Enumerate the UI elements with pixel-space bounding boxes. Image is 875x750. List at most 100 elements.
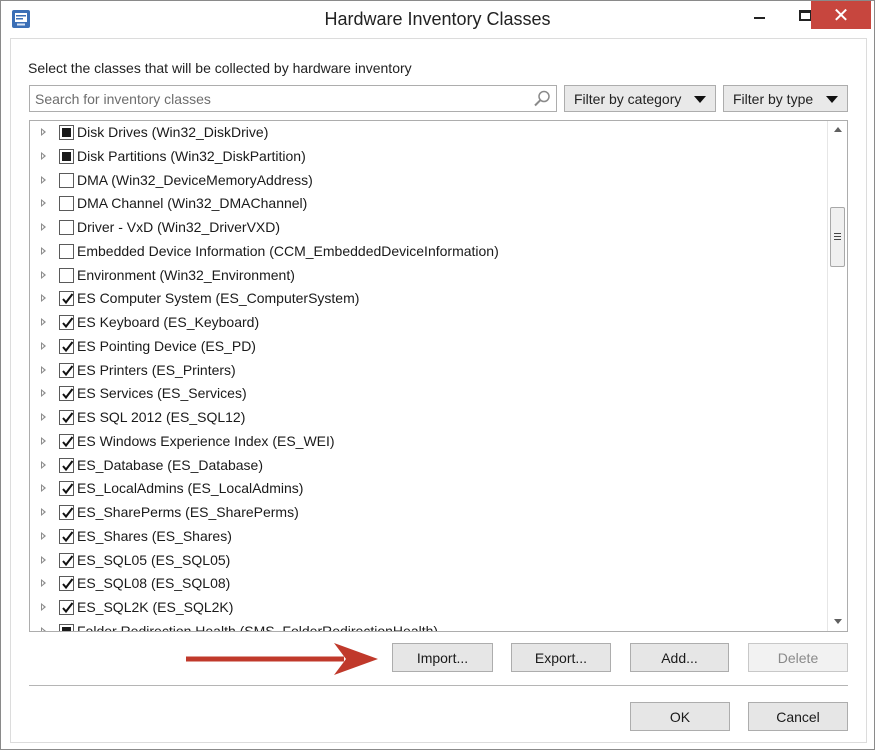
class-checkbox[interactable]	[59, 623, 74, 631]
class-checkbox[interactable]	[59, 172, 74, 188]
class-checkbox[interactable]	[59, 528, 74, 544]
list-item[interactable]: Folder Redirection Health (SMS_FolderRed…	[30, 620, 828, 632]
list-item[interactable]: ES_LocalAdmins (ES_LocalAdmins)	[30, 477, 828, 501]
filter-by-category-dropdown[interactable]: Filter by category	[564, 85, 716, 112]
list-item[interactable]: Driver - VxD (Win32_DriverVXD)	[30, 216, 828, 240]
annotation-arrow-icon	[186, 643, 378, 675]
class-checkbox[interactable]	[59, 576, 74, 592]
grip-line	[834, 233, 841, 234]
class-checkbox[interactable]	[59, 196, 74, 212]
class-label: ES Windows Experience Index (ES_WEI)	[77, 432, 335, 449]
class-checkbox[interactable]	[59, 410, 74, 425]
list-item[interactable]: ES_SQL05 (ES_SQL05)	[30, 549, 828, 573]
expand-triangle-icon[interactable]	[41, 175, 46, 184]
class-checkbox[interactable]	[59, 505, 74, 520]
scroll-thumb[interactable]	[830, 207, 845, 267]
minimize-button[interactable]	[736, 1, 782, 29]
scroll-down-icon[interactable]	[834, 619, 842, 624]
class-label: ES Services (ES_Services)	[77, 385, 247, 402]
list-item[interactable]: ES_SQL08 (ES_SQL08)	[30, 572, 828, 596]
list-item[interactable]: ES Computer System (ES_ComputerSystem)	[30, 287, 828, 311]
checkmark-icon	[62, 578, 74, 590]
list-item[interactable]: ES Windows Experience Index (ES_WEI)	[30, 430, 828, 454]
class-checkbox[interactable]	[59, 362, 74, 378]
class-checkbox[interactable]	[59, 433, 74, 449]
class-checkbox[interactable]	[59, 481, 74, 497]
expand-triangle-icon[interactable]	[41, 246, 46, 255]
export-button[interactable]: Export...	[511, 643, 611, 672]
list-item[interactable]: ES Printers (ES_Printers)	[30, 359, 828, 383]
class-checkbox[interactable]	[59, 291, 74, 307]
expand-triangle-icon[interactable]	[41, 508, 46, 516]
checkmark-icon	[62, 602, 74, 614]
list-item[interactable]: Disk Drives (Win32_DiskDrive)	[30, 121, 828, 145]
class-label: Environment (Win32_Environment)	[77, 266, 295, 283]
class-label: ES_SQL08 (ES_SQL08)	[77, 575, 231, 592]
filter-by-type-dropdown[interactable]: Filter by type	[723, 85, 848, 112]
class-checkbox[interactable]	[59, 315, 74, 330]
class-checkbox[interactable]	[59, 457, 74, 473]
class-checkbox[interactable]	[59, 220, 74, 235]
list-item[interactable]: ES_SharePerms (ES_SharePerms)	[30, 501, 828, 525]
delete-button[interactable]: Delete	[748, 643, 848, 672]
class-checkbox[interactable]	[59, 125, 74, 140]
expand-triangle-icon[interactable]	[41, 151, 46, 160]
cancel-button[interactable]: Cancel	[748, 702, 848, 731]
list-item[interactable]: ES_Database (ES_Database)	[30, 454, 828, 478]
expand-triangle-icon[interactable]	[41, 436, 46, 445]
class-checkbox[interactable]	[59, 386, 74, 402]
list-item[interactable]: ES Services (ES_Services)	[30, 382, 828, 406]
search-box[interactable]	[29, 85, 557, 112]
class-label: Folder Redirection Health (SMS_FolderRed…	[77, 622, 439, 632]
import-button[interactable]: Import...	[392, 643, 493, 672]
class-checkbox[interactable]	[59, 243, 74, 259]
add-button[interactable]: Add...	[630, 643, 729, 672]
expand-triangle-icon[interactable]	[41, 555, 46, 564]
expand-triangle-icon[interactable]	[41, 484, 46, 493]
expand-triangle-icon[interactable]	[41, 128, 46, 136]
expand-triangle-icon[interactable]	[41, 270, 46, 279]
vertical-scrollbar[interactable]	[827, 121, 847, 631]
expand-triangle-icon[interactable]	[41, 199, 46, 208]
class-label: Disk Partitions (Win32_DiskPartition)	[77, 147, 306, 164]
list-item[interactable]: Embedded Device Information (CCM_Embedde…	[30, 240, 828, 264]
list-item[interactable]: ES Pointing Device (ES_PD)	[30, 335, 828, 359]
list-item[interactable]: ES_SQL2K (ES_SQL2K)	[30, 596, 828, 620]
list-item[interactable]: DMA Channel (Win32_DMAChannel)	[30, 192, 828, 216]
expand-triangle-icon[interactable]	[41, 365, 46, 374]
expand-triangle-icon[interactable]	[41, 626, 46, 631]
checkmark-icon	[62, 293, 74, 305]
expand-triangle-icon[interactable]	[41, 318, 46, 326]
filter-by-category-label: Filter by category	[574, 90, 682, 107]
class-checkbox[interactable]	[59, 552, 74, 568]
list-item[interactable]: ES Keyboard (ES_Keyboard)	[30, 311, 828, 335]
expand-triangle-icon[interactable]	[41, 294, 46, 303]
expand-triangle-icon[interactable]	[41, 460, 46, 469]
expand-triangle-icon[interactable]	[41, 603, 46, 611]
scroll-up-icon[interactable]	[834, 127, 842, 132]
expand-triangle-icon[interactable]	[41, 531, 46, 540]
list-item[interactable]: ES SQL 2012 (ES_SQL12)	[30, 406, 828, 430]
list-item[interactable]: Disk Partitions (Win32_DiskPartition)	[30, 145, 828, 169]
class-checkbox[interactable]	[59, 600, 74, 615]
class-checkbox[interactable]	[59, 267, 74, 283]
search-icon[interactable]	[532, 89, 552, 109]
ok-button[interactable]: OK	[630, 702, 730, 731]
divider	[29, 685, 848, 686]
expand-triangle-icon[interactable]	[41, 341, 46, 350]
list-item[interactable]: Environment (Win32_Environment)	[30, 264, 828, 288]
class-label: Embedded Device Information (CCM_Embedde…	[77, 242, 499, 259]
search-input[interactable]	[30, 86, 520, 111]
checkmark-icon	[62, 507, 74, 519]
expand-triangle-icon[interactable]	[41, 579, 46, 588]
expand-triangle-icon[interactable]	[41, 413, 46, 421]
expand-triangle-icon[interactable]	[41, 389, 46, 398]
list-item[interactable]: ES_Shares (ES_Shares)	[30, 525, 828, 549]
class-checkbox[interactable]	[59, 148, 74, 164]
expand-triangle-icon[interactable]	[41, 223, 46, 231]
class-checkbox[interactable]	[59, 338, 74, 354]
checkmark-icon	[62, 412, 74, 424]
inventory-class-list[interactable]: Disk Drives (Win32_DiskDrive) Disk Partit…	[29, 120, 848, 632]
list-item[interactable]: DMA (Win32_DeviceMemoryAddress)	[30, 169, 828, 193]
close-button[interactable]: ✕	[811, 1, 871, 29]
